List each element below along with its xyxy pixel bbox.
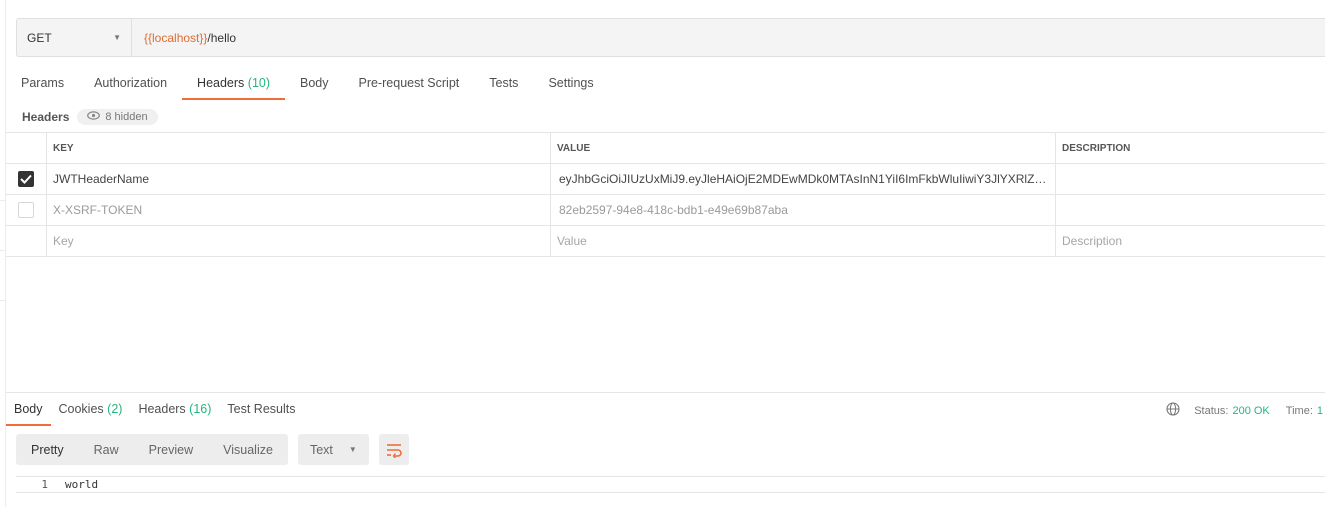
hidden-count: 8 hidden [105,111,148,123]
url-path: /hello [207,30,237,45]
tab-body[interactable]: Body [285,70,344,100]
time-value: 1 [1316,404,1323,417]
tab-headers[interactable]: Headers (10) [182,70,285,100]
headers-count: (10) [247,76,271,90]
status-value: 200 OK [1232,404,1270,417]
column-checkbox [6,133,47,163]
column-value: VALUE [551,133,1056,163]
row-checkbox-cell [6,226,47,256]
chevron-down-icon: ▼ [348,445,357,454]
header-description-input[interactable] [1056,164,1325,194]
header-description-input[interactable] [1056,195,1325,225]
code-line: world [65,478,99,491]
response-status-area: Status: 200 OK Time: 1 [1166,402,1325,419]
headers-table: KEY VALUE DESCRIPTION JWTHeaderName eyJh… [6,132,1325,257]
headers-section-title: Headers [22,110,70,124]
response-view-toolbar: Pretty Raw Preview Visualize Text ▼ [16,434,409,465]
sidebar-divider [0,300,6,301]
response-body-editor[interactable]: 1 world [16,476,1325,493]
row-checkbox-cell [6,195,47,225]
time-label: Time: [1285,404,1313,417]
header-value-text: 82eb2597-94e8-418c-bdb1-e49e69b87aba [559,203,788,217]
table-header-row: KEY VALUE DESCRIPTION [6,133,1325,164]
checkmark-icon [20,174,32,184]
response-headers-count: (16) [189,402,212,416]
status-label: Status: [1194,404,1229,417]
response-header: Body Cookies (2) Headers (16) Test Resul… [6,392,1325,426]
row-checkbox[interactable] [18,171,34,187]
row-checkbox[interactable] [18,202,34,218]
tab-pre-request-script[interactable]: Pre-request Script [344,70,475,100]
tab-params[interactable]: Params [6,70,79,100]
response-tab-cookies[interactable]: Cookies (2) [51,393,131,426]
format-select[interactable]: Text ▼ [297,434,369,465]
url-variable: {{localhost}} [144,30,208,45]
header-value-text: eyJhbGciOiJIUzUxMiJ9.eyJleHAiOjE2MDEwMDk… [559,172,1049,186]
view-visualize[interactable]: Visualize [208,434,288,465]
new-header-row: Key Value Description [6,226,1325,257]
row-checkbox-cell [6,164,47,194]
headers-subheader: Headers 8 hidden [22,107,158,127]
url-input[interactable]: {{localhost}}/hello [132,31,236,45]
header-key-input[interactable]: X-XSRF-TOKEN [47,195,551,225]
header-value-input[interactable]: eyJhbGciOiJIUzUxMiJ9.eyJleHAiOjE2MDEwMDk… [551,164,1056,194]
new-key-input[interactable]: Key [47,226,551,256]
tab-authorization[interactable]: Authorization [79,70,182,100]
table-row: JWTHeaderName eyJhbGciOiJIUzUxMiJ9.eyJle… [6,164,1325,195]
column-description: DESCRIPTION [1062,142,1131,154]
table-row: X-XSRF-TOKEN 82eb2597-94e8-418c-bdb1-e49… [6,195,1325,226]
method-select[interactable]: GET ▼ [17,19,132,56]
eye-icon [87,111,101,123]
wrap-lines-button[interactable] [378,434,409,465]
view-pretty[interactable]: Pretty [16,434,79,465]
format-label: Text [309,442,333,457]
request-tabs: Params Authorization Headers (10) Body P… [6,70,609,100]
new-value-input[interactable]: Value [551,226,1056,256]
column-key: KEY [47,133,551,163]
wrap-lines-icon [386,443,402,458]
header-value-input[interactable]: 82eb2597-94e8-418c-bdb1-e49e69b87aba [551,195,1056,225]
hidden-headers-toggle[interactable]: 8 hidden [77,109,158,125]
globe-icon[interactable] [1166,402,1180,419]
view-preview[interactable]: Preview [134,434,208,465]
response-tab-body[interactable]: Body [6,393,51,426]
chevron-down-icon: ▼ [113,33,121,42]
cookies-count: (2) [107,402,123,416]
view-mode-group: Pretty Raw Preview Visualize [16,434,288,465]
response-tabs: Body Cookies (2) Headers (16) Test Resul… [6,393,304,426]
request-bar: GET ▼ {{localhost}}/hello [16,18,1325,57]
method-label: GET [27,30,52,45]
view-raw[interactable]: Raw [79,434,134,465]
new-description-input[interactable]: Description [1056,226,1325,256]
line-number: 1 [41,478,48,491]
tab-tests[interactable]: Tests [474,70,533,100]
response-tab-test-results[interactable]: Test Results [219,393,303,426]
header-key-input[interactable]: JWTHeaderName [47,164,551,194]
response-tab-headers[interactable]: Headers (16) [130,393,219,426]
tab-settings[interactable]: Settings [533,70,608,100]
